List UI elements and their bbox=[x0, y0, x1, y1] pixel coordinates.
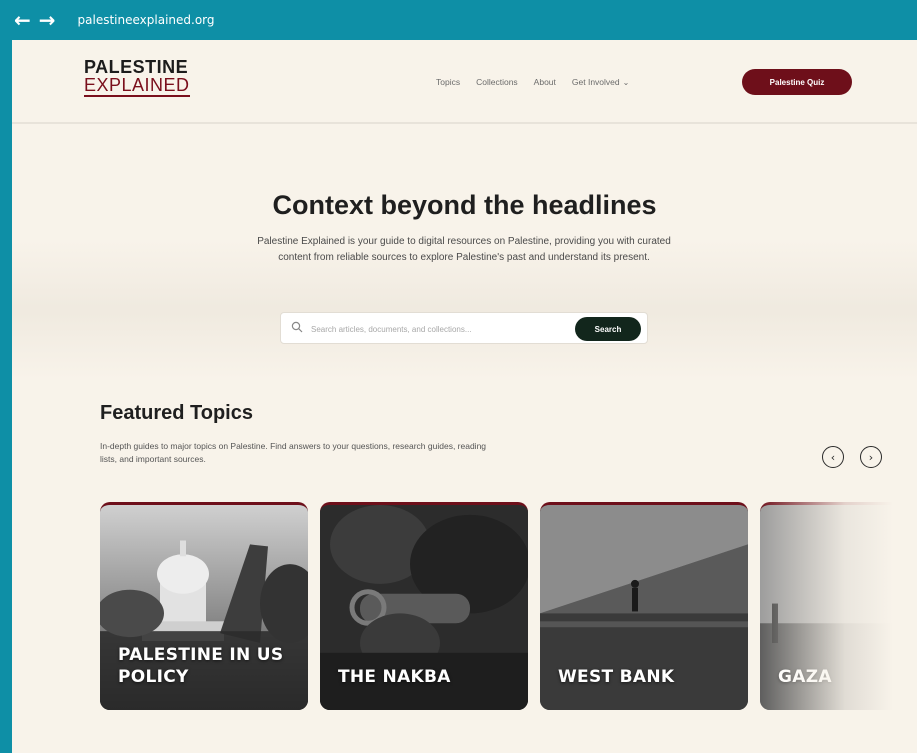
page-viewport: PALESTINE EXPLAINED Topics Collections A… bbox=[12, 40, 917, 753]
nav-about[interactable]: About bbox=[534, 77, 556, 87]
chevron-right-icon: › bbox=[868, 450, 874, 464]
search-icon bbox=[291, 321, 303, 333]
search-bar: Search bbox=[280, 312, 648, 344]
browser-bar: ← → palestineexplained.org bbox=[0, 0, 917, 40]
topic-card-label: WEST BANK bbox=[558, 667, 675, 687]
topic-card-west-bank[interactable]: WEST BANK bbox=[540, 502, 748, 710]
arrow-left-icon[interactable]: ← bbox=[14, 10, 31, 30]
hero-title: Context beyond the headlines bbox=[272, 190, 657, 220]
carousel-prev-button[interactable]: ‹ bbox=[822, 446, 844, 468]
logo-text-bottom: EXPLAINED bbox=[84, 75, 190, 97]
url-bar[interactable]: palestineexplained.org bbox=[78, 13, 215, 27]
topic-card-us-policy[interactable]: PALESTINE IN US POLICY bbox=[100, 502, 308, 710]
topic-card-nakba[interactable]: THE NAKBA bbox=[320, 502, 528, 710]
topic-card-gaza[interactable]: GAZA bbox=[760, 502, 917, 710]
logo-text-top: PALESTINE bbox=[84, 57, 189, 77]
search-button[interactable]: Search bbox=[575, 317, 641, 341]
site-logo[interactable]: PALESTINE EXPLAINED bbox=[84, 58, 190, 97]
topic-card-label: THE NAKBA bbox=[338, 667, 451, 687]
chevron-left-icon: ‹ bbox=[830, 450, 836, 464]
palestine-quiz-button[interactable]: Palestine Quiz bbox=[742, 69, 852, 95]
search-input[interactable] bbox=[311, 319, 561, 339]
nav-topics[interactable]: Topics bbox=[436, 77, 460, 87]
hero-description: Palestine Explained is your guide to dig… bbox=[257, 236, 671, 263]
featured-topics-description: In-depth guides to major topics on Pales… bbox=[100, 441, 487, 464]
carousel-next-button[interactable]: › bbox=[860, 446, 882, 468]
featured-topics-title: Featured Topics bbox=[100, 402, 253, 424]
site-header: PALESTINE EXPLAINED Topics Collections A… bbox=[12, 40, 917, 124]
topic-card-label: GAZA bbox=[778, 667, 832, 687]
chevron-down-icon: ⌄ bbox=[622, 78, 630, 87]
arrow-right-icon[interactable]: → bbox=[39, 10, 56, 30]
topic-card-label: PALESTINE IN US POLICY bbox=[118, 645, 284, 687]
main-nav: Topics Collections About Get Involved ⌄ bbox=[436, 77, 629, 87]
nav-get-involved-label: Get Involved bbox=[571, 77, 620, 87]
nav-collections[interactable]: Collections bbox=[476, 77, 518, 87]
nav-get-involved[interactable]: Get Involved ⌄ bbox=[572, 77, 629, 87]
